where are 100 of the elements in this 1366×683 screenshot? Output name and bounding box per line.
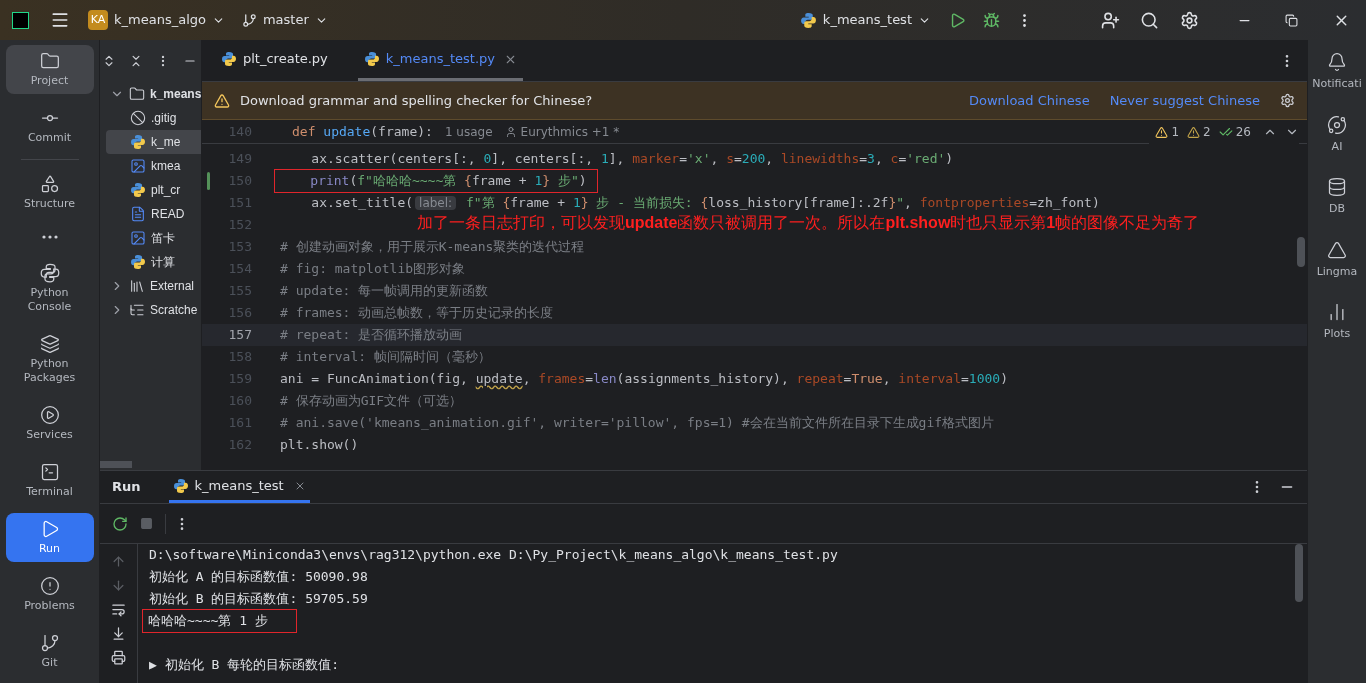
tree-item[interactable]: k_me: [106, 130, 201, 154]
tool-window-button[interactable]: Plots: [1323, 298, 1351, 347]
run-tab[interactable]: k_means_test: [168, 471, 310, 503]
app-logo-icon[interactable]: [12, 11, 29, 29]
tool-window-label: Git: [40, 656, 59, 670]
tree-item-label: .gitig: [151, 110, 177, 127]
run-config-selector[interactable]: k_means_test: [799, 10, 931, 30]
scroll-to-end-icon[interactable]: [111, 626, 126, 641]
tree-item[interactable]: External: [106, 274, 201, 298]
tool-window-button[interactable]: Problems: [5, 570, 94, 619]
soft-wrap-icon[interactable]: [111, 602, 126, 617]
code-line: ax.scatter(centers[:, 0], centers[:, 1], marker='x', s=200, linewidths=3, c='red'): [310, 150, 954, 169]
scrollbar-thumb[interactable]: [1297, 237, 1305, 267]
tool-window-button[interactable]: DB: [1327, 173, 1347, 222]
tool-window-button[interactable]: Git: [5, 627, 94, 676]
code-line: # repeat: 是否循环播放动画: [280, 326, 463, 345]
python-icon: [172, 477, 189, 494]
stop-icon[interactable]: [140, 517, 153, 530]
tool-window-label: Problems: [23, 599, 76, 613]
tool-window-button[interactable]: Terminal: [5, 456, 94, 505]
tree-item[interactable]: k_means: [106, 82, 201, 106]
tree-item-label: k_means: [150, 86, 201, 103]
tree-item[interactable]: READ: [106, 202, 201, 226]
person-icon: [504, 125, 517, 138]
tool-window-button[interactable]: Lingma: [1316, 235, 1358, 284]
tree-item[interactable]: 笛卡: [106, 226, 201, 250]
tree-item[interactable]: kmea: [106, 154, 201, 178]
tree-item-label: k_me: [151, 134, 181, 151]
run-icon[interactable]: [949, 11, 966, 29]
arrow-down-icon[interactable]: [111, 578, 126, 593]
python-icon: [130, 134, 146, 150]
document-icon: [130, 206, 146, 222]
branch-selector[interactable]: master: [241, 10, 328, 30]
services-icon: [39, 405, 60, 425]
author-hint[interactable]: Eurythmics +1 *: [520, 122, 620, 141]
tool-window-button[interactable]: Commit: [5, 102, 94, 151]
line-number: 157: [227, 326, 252, 345]
scrollbar-thumb[interactable]: [1295, 544, 1303, 602]
panel-title: Run: [112, 478, 141, 497]
tree-item[interactable]: .gitig: [106, 106, 201, 130]
debug-icon[interactable]: [983, 11, 1000, 29]
layers-icon: [39, 334, 60, 354]
typo-check-icon: [1218, 125, 1233, 139]
folder-icon: [129, 86, 145, 102]
folder-icon: [39, 51, 60, 71]
python-icon: [130, 182, 146, 198]
structure-icon: [39, 174, 60, 194]
python-icon: [39, 263, 60, 283]
tree-item[interactable]: Scratche: [106, 298, 201, 322]
python-icon: [221, 51, 237, 67]
tool-window-label: Services: [25, 428, 74, 442]
library-icon: [129, 278, 145, 294]
tree-item-label: 笛卡: [151, 230, 175, 247]
tree-item[interactable]: 计算: [106, 250, 201, 274]
scrollbar-thumb[interactable]: [100, 461, 132, 468]
collapse-all-icon[interactable]: [129, 54, 143, 68]
python-icon: [799, 11, 817, 29]
add-user-icon[interactable]: [1101, 10, 1120, 30]
banner-link[interactable]: Never suggest Chinese: [1109, 90, 1260, 111]
tree-item-label: Scratche: [150, 302, 198, 319]
console-line: ▶ 初始化 B 每轮的目标函数值:: [149, 656, 339, 675]
tool-window-button[interactable]: Structure: [5, 168, 94, 217]
project-selector[interactable]: KA k_means_algo: [88, 10, 225, 30]
tool-window-button[interactable]: Notificati: [1312, 48, 1362, 97]
inspection-count: 26: [1235, 124, 1251, 141]
restore-icon[interactable]: [1285, 13, 1298, 27]
warning-icon: [214, 92, 230, 109]
tool-window-button[interactable]: Project: [5, 45, 94, 94]
triangle-icon: [1327, 239, 1347, 260]
annotation-note: 加了一条日志打印，可以发现update函数只被调用了一次。所以在plt.show时也只显示第1帧的图像不足为奇了: [417, 213, 1200, 233]
tool-window-label: Run: [37, 542, 62, 556]
tool-window-label: AI: [1331, 138, 1343, 155]
tool-window-label: Terminal: [25, 485, 74, 499]
bell-icon: [1327, 52, 1347, 72]
tool-window-button[interactable]: AI: [1327, 110, 1347, 159]
project-badge: KA: [88, 10, 108, 30]
python-icon: [130, 254, 146, 270]
usages-hint[interactable]: 1 usage: [444, 122, 493, 141]
settings-icon[interactable]: [1180, 10, 1199, 30]
banner-link[interactable]: Download Chinese: [968, 90, 1090, 111]
terminal-icon: [39, 462, 60, 482]
scratches-icon: [129, 302, 145, 318]
tool-window-button[interactable]: Run: [5, 513, 94, 562]
tool-window-button[interactable]: Python Console: [5, 257, 94, 320]
editor-tab[interactable]: plt_create.py: [215, 40, 334, 81]
print-icon[interactable]: [111, 650, 126, 665]
tool-window-button[interactable]: Services: [5, 399, 94, 448]
settings-icon[interactable]: [1280, 93, 1295, 108]
console-line: 初始化 A 的目标函数值: 50090.98: [149, 568, 368, 587]
console-line: 初始化 B 的目标函数值: 59705.59: [149, 590, 368, 609]
tool-window-button[interactable]: Python Packages: [5, 328, 94, 391]
rerun-icon[interactable]: [112, 515, 128, 532]
alert-icon: [39, 576, 60, 596]
tree-item-label: kmea: [151, 158, 181, 175]
image-icon: [130, 158, 146, 174]
console-line: D:\software\Miniconda3\envs\rag312\python.exe D:\Py_Project\k_means_algo\k_means_test.py: [149, 546, 838, 565]
tree-item[interactable]: plt_cr: [106, 178, 201, 202]
search-icon[interactable]: [1140, 10, 1159, 30]
inspection-count: 2: [1203, 124, 1211, 141]
menu-icon[interactable]: [50, 10, 70, 30]
